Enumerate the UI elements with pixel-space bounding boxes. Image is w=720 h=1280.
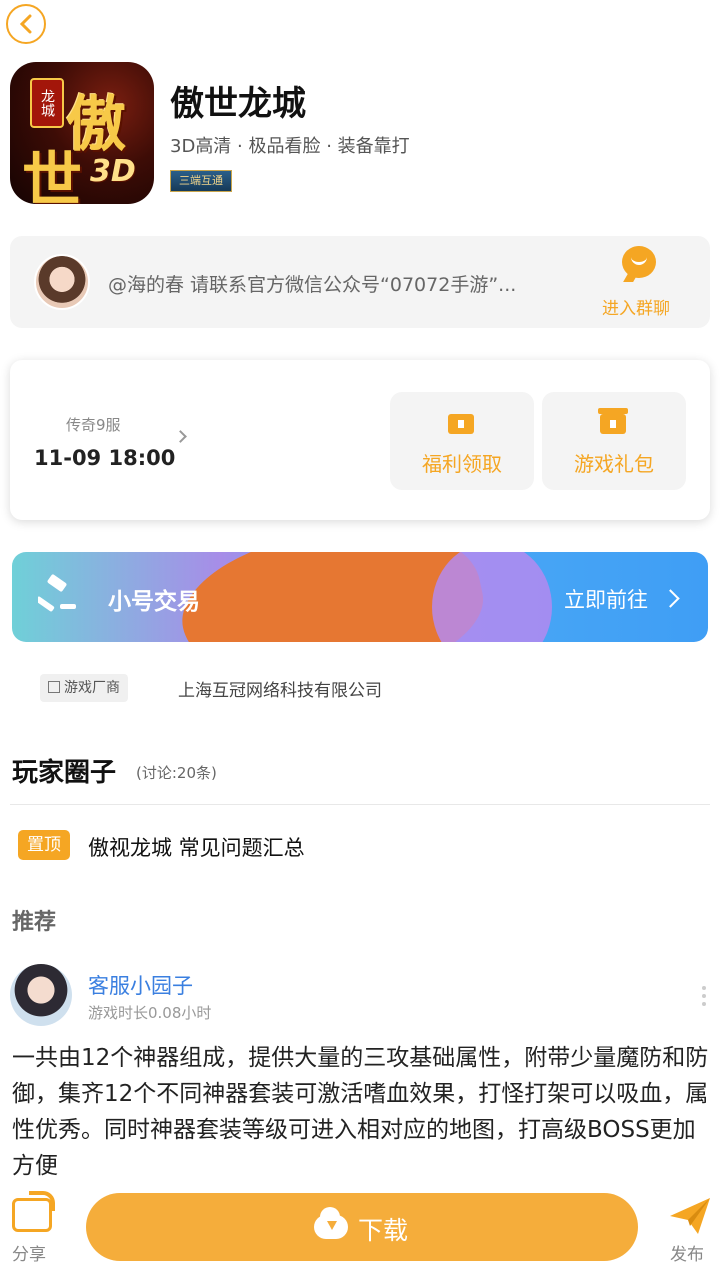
app-icon: 龙城 傲 世 3D xyxy=(10,62,154,204)
post-body[interactable]: 一共由12个神器组成，提供大量的三攻基础属性，附带少量魔防和防御，集齐12个不同… xyxy=(12,1040,710,1184)
bottom-bar: 分享 下载 发布 xyxy=(0,1188,720,1280)
discussion-count: (讨论:20条) xyxy=(136,764,217,782)
app-icon-char-2: 世 xyxy=(22,146,82,204)
publish-button[interactable]: 发布 xyxy=(670,1240,704,1265)
app-subtitle: 3D高清 · 极品看脸 · 装备靠打 xyxy=(170,136,410,157)
chat-bubble-icon[interactable] xyxy=(622,246,656,278)
gift-pack-button[interactable]: 游戏礼包 xyxy=(542,392,686,490)
developer-name: 上海互冠网络科技有限公司 xyxy=(178,681,382,701)
pinned-post-title[interactable]: 傲视龙城 常见问题汇总 xyxy=(88,832,305,862)
notice-text: @海的春 请联系官方微信公众号“07072手游”... xyxy=(108,274,517,296)
server-open-time[interactable]: 11-09 18:00 xyxy=(34,446,175,470)
welfare-label: 福利领取 xyxy=(422,452,502,476)
gavel-icon xyxy=(38,574,76,612)
app-icon-badge: 龙城 xyxy=(30,78,64,128)
avatar xyxy=(34,254,90,310)
post-author-name[interactable]: 客服小园子 xyxy=(88,970,193,1000)
gift-icon xyxy=(598,408,628,434)
post-play-time: 游戏时长0.08小时 xyxy=(88,1004,212,1022)
post-author-avatar[interactable] xyxy=(10,964,72,1026)
chevron-left-icon xyxy=(19,14,32,34)
share-button[interactable]: 分享 xyxy=(12,1240,46,1265)
recommend-label: 推荐 xyxy=(12,910,57,935)
divider xyxy=(10,804,710,805)
account-trade-banner[interactable]: 小号交易 立即前往 xyxy=(12,552,708,642)
paper-plane-icon[interactable] xyxy=(668,1196,712,1236)
banner-title: 小号交易 xyxy=(108,589,200,615)
notice-bar[interactable]: @海的春 请联系官方微信公众号“07072手游”... 进入群聊 xyxy=(10,236,710,328)
gift-pack-label: 游戏礼包 xyxy=(574,452,654,476)
go-now-link[interactable]: 立即前往 xyxy=(564,584,648,614)
app-title: 傲世龙城 xyxy=(170,84,306,124)
download-button[interactable]: 下载 xyxy=(86,1193,638,1261)
developer-label-text: 游戏厂商 xyxy=(64,680,120,696)
chevron-right-icon[interactable] xyxy=(174,430,187,443)
download-label: 下载 xyxy=(358,1216,409,1245)
developer-label: 游戏厂商 xyxy=(40,674,128,702)
server-card: 传奇9服 11-09 18:00 福利领取 游戏礼包 xyxy=(10,360,710,520)
share-icon[interactable] xyxy=(12,1191,55,1232)
join-group-button[interactable]: 进入群聊 xyxy=(602,294,670,319)
chevron-right-icon xyxy=(661,589,680,608)
ticket-icon xyxy=(448,414,474,434)
back-button[interactable] xyxy=(6,4,46,44)
app-icon-3d: 3D xyxy=(90,154,136,189)
server-name[interactable]: 传奇9服 xyxy=(66,414,121,435)
welfare-button[interactable]: 福利领取 xyxy=(390,392,534,490)
pinned-badge: 置顶 xyxy=(18,830,70,860)
platform-tag: 三端互通 xyxy=(170,170,232,192)
more-options-icon[interactable] xyxy=(702,986,706,990)
cloud-download-icon xyxy=(314,1207,348,1239)
building-icon xyxy=(48,681,60,693)
section-title: 玩家圈子 xyxy=(12,758,117,788)
